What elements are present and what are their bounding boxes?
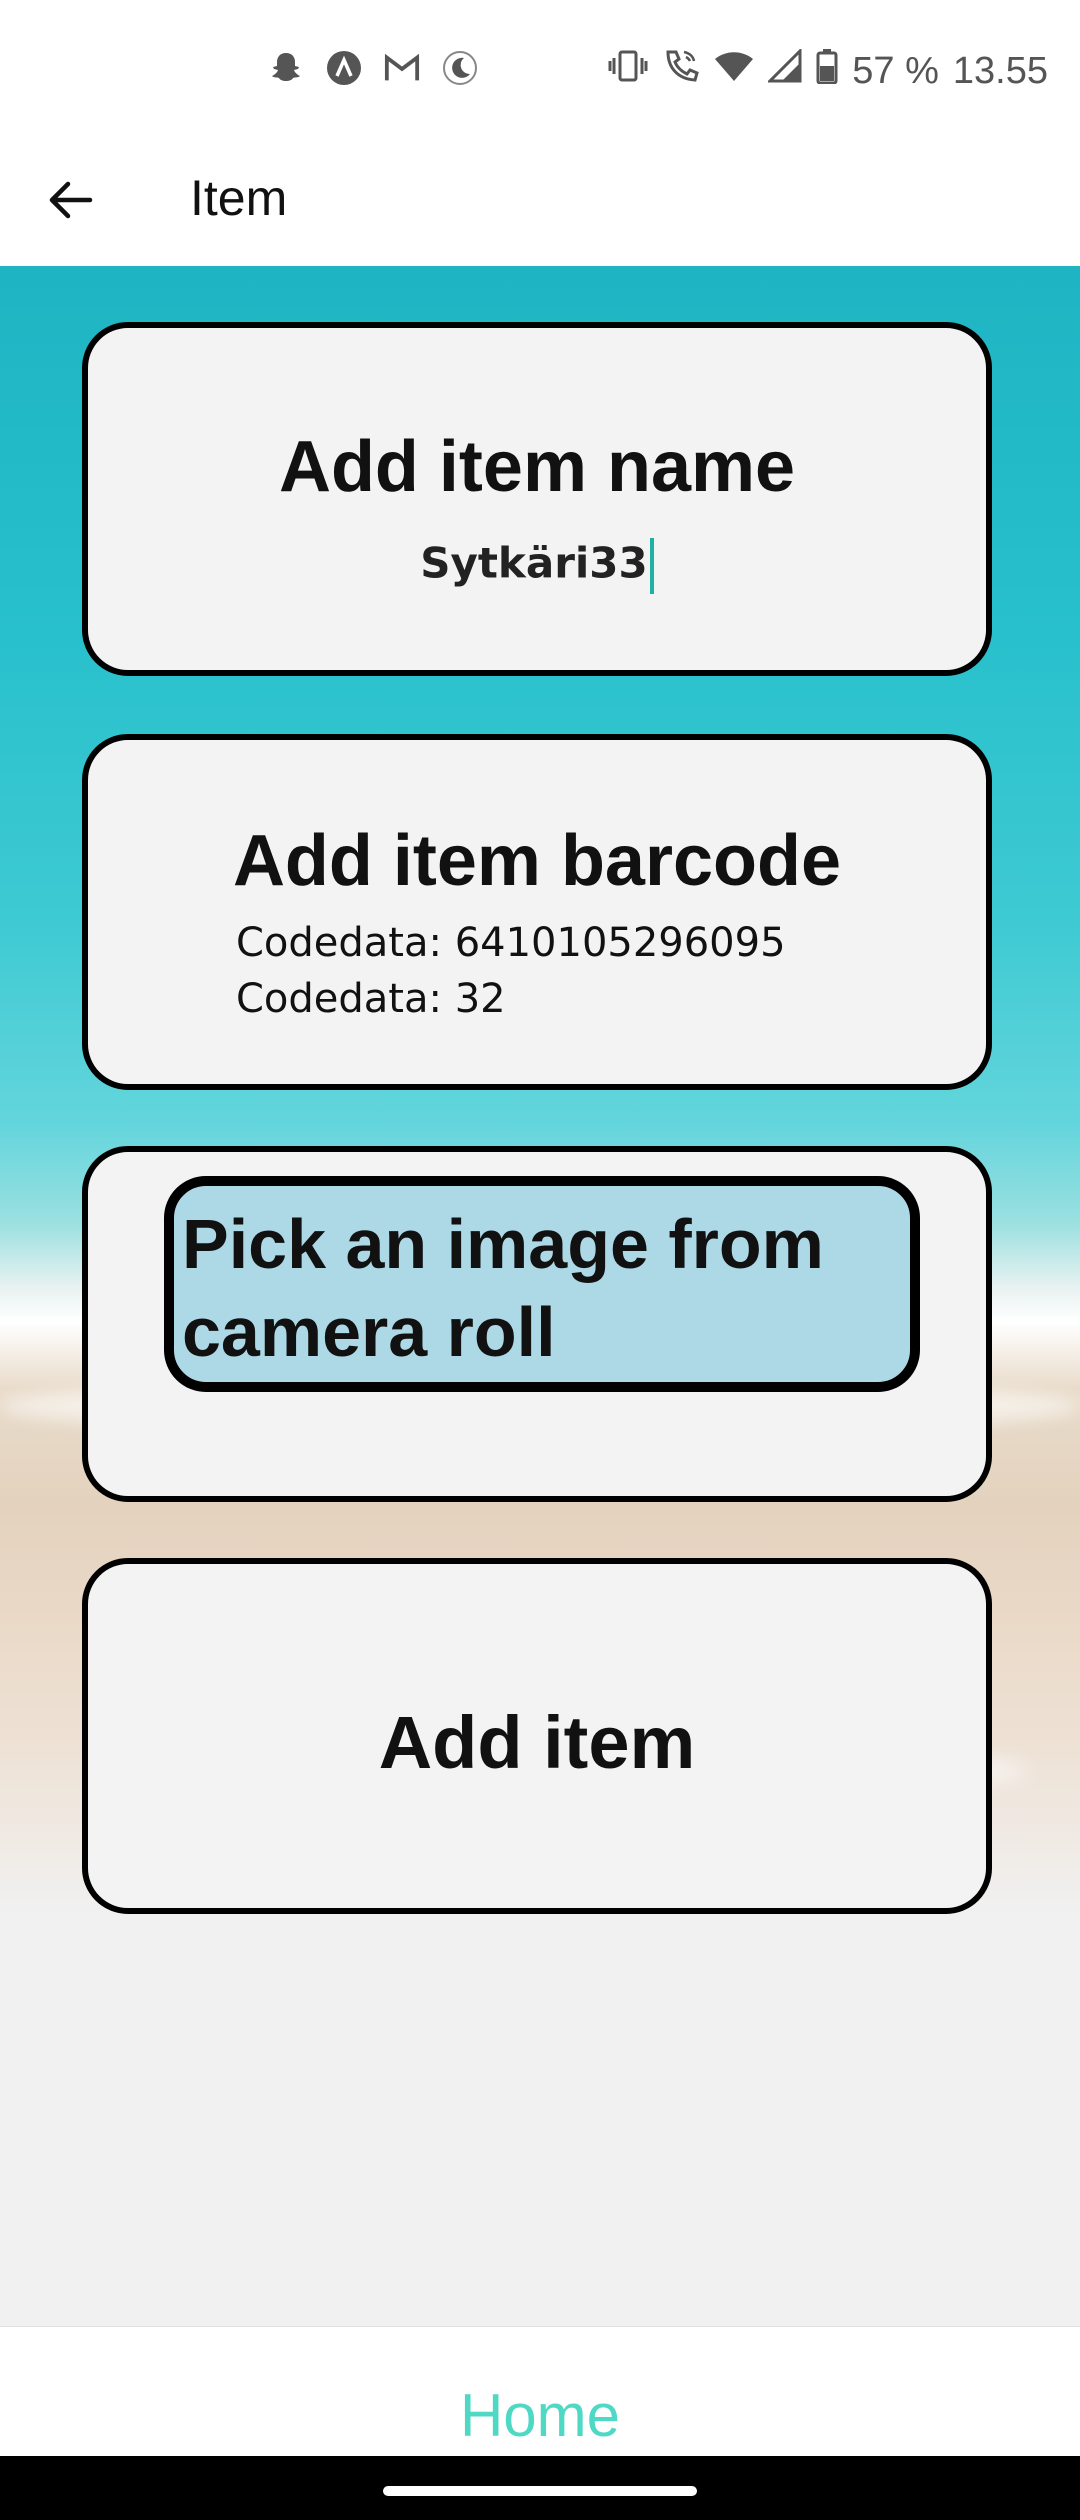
wifi-call-icon	[662, 48, 700, 94]
notification-icons	[268, 50, 478, 86]
item-image-card: Pick an image from camera roll	[82, 1146, 992, 1502]
text-cursor	[649, 538, 654, 594]
arrow-left-icon	[49, 181, 93, 219]
bottom-tab-bar: Home	[0, 2326, 1080, 2457]
battery-percent: 57 %	[852, 49, 939, 92]
app-a-icon	[326, 50, 362, 86]
signal-icon	[766, 47, 802, 93]
app-bar: Item	[0, 150, 1080, 266]
status-bar: 57 % 13.55	[0, 0, 1080, 150]
item-name-value: Sytkäri33	[420, 538, 648, 588]
vibrate-icon	[608, 49, 648, 93]
tab-home[interactable]: Home	[0, 2381, 1080, 2450]
codedata-line: Codedata: 32	[236, 976, 506, 1022]
item-name-heading: Add item name	[278, 427, 796, 507]
system-status: 57 % 13.55	[608, 47, 1048, 94]
pick-image-button[interactable]: Pick an image from camera roll	[164, 1176, 920, 1392]
item-barcode-card[interactable]: Add item barcode Codedata: 6410105296095…	[82, 734, 992, 1090]
back-button[interactable]	[40, 170, 100, 230]
gesture-handle[interactable]	[383, 2486, 697, 2496]
codedata-line: Codedata: 6410105296095	[236, 920, 786, 966]
item-name-card: Add item name Sytkäri33	[82, 322, 992, 676]
battery-icon	[816, 48, 838, 94]
add-item-button[interactable]: Add item	[82, 1558, 992, 1914]
clock: 13.55	[952, 49, 1048, 92]
snapchat-icon	[268, 50, 304, 86]
system-nav-bar	[0, 2456, 1080, 2520]
moon-icon	[442, 50, 478, 86]
wifi-icon	[714, 49, 754, 93]
item-name-input[interactable]: Sytkäri33	[88, 538, 986, 594]
gmail-icon	[384, 50, 420, 86]
page-title: Item	[190, 170, 288, 226]
item-barcode-heading: Add item barcode	[232, 821, 842, 901]
add-item-label: Add item	[378, 1701, 696, 1784]
